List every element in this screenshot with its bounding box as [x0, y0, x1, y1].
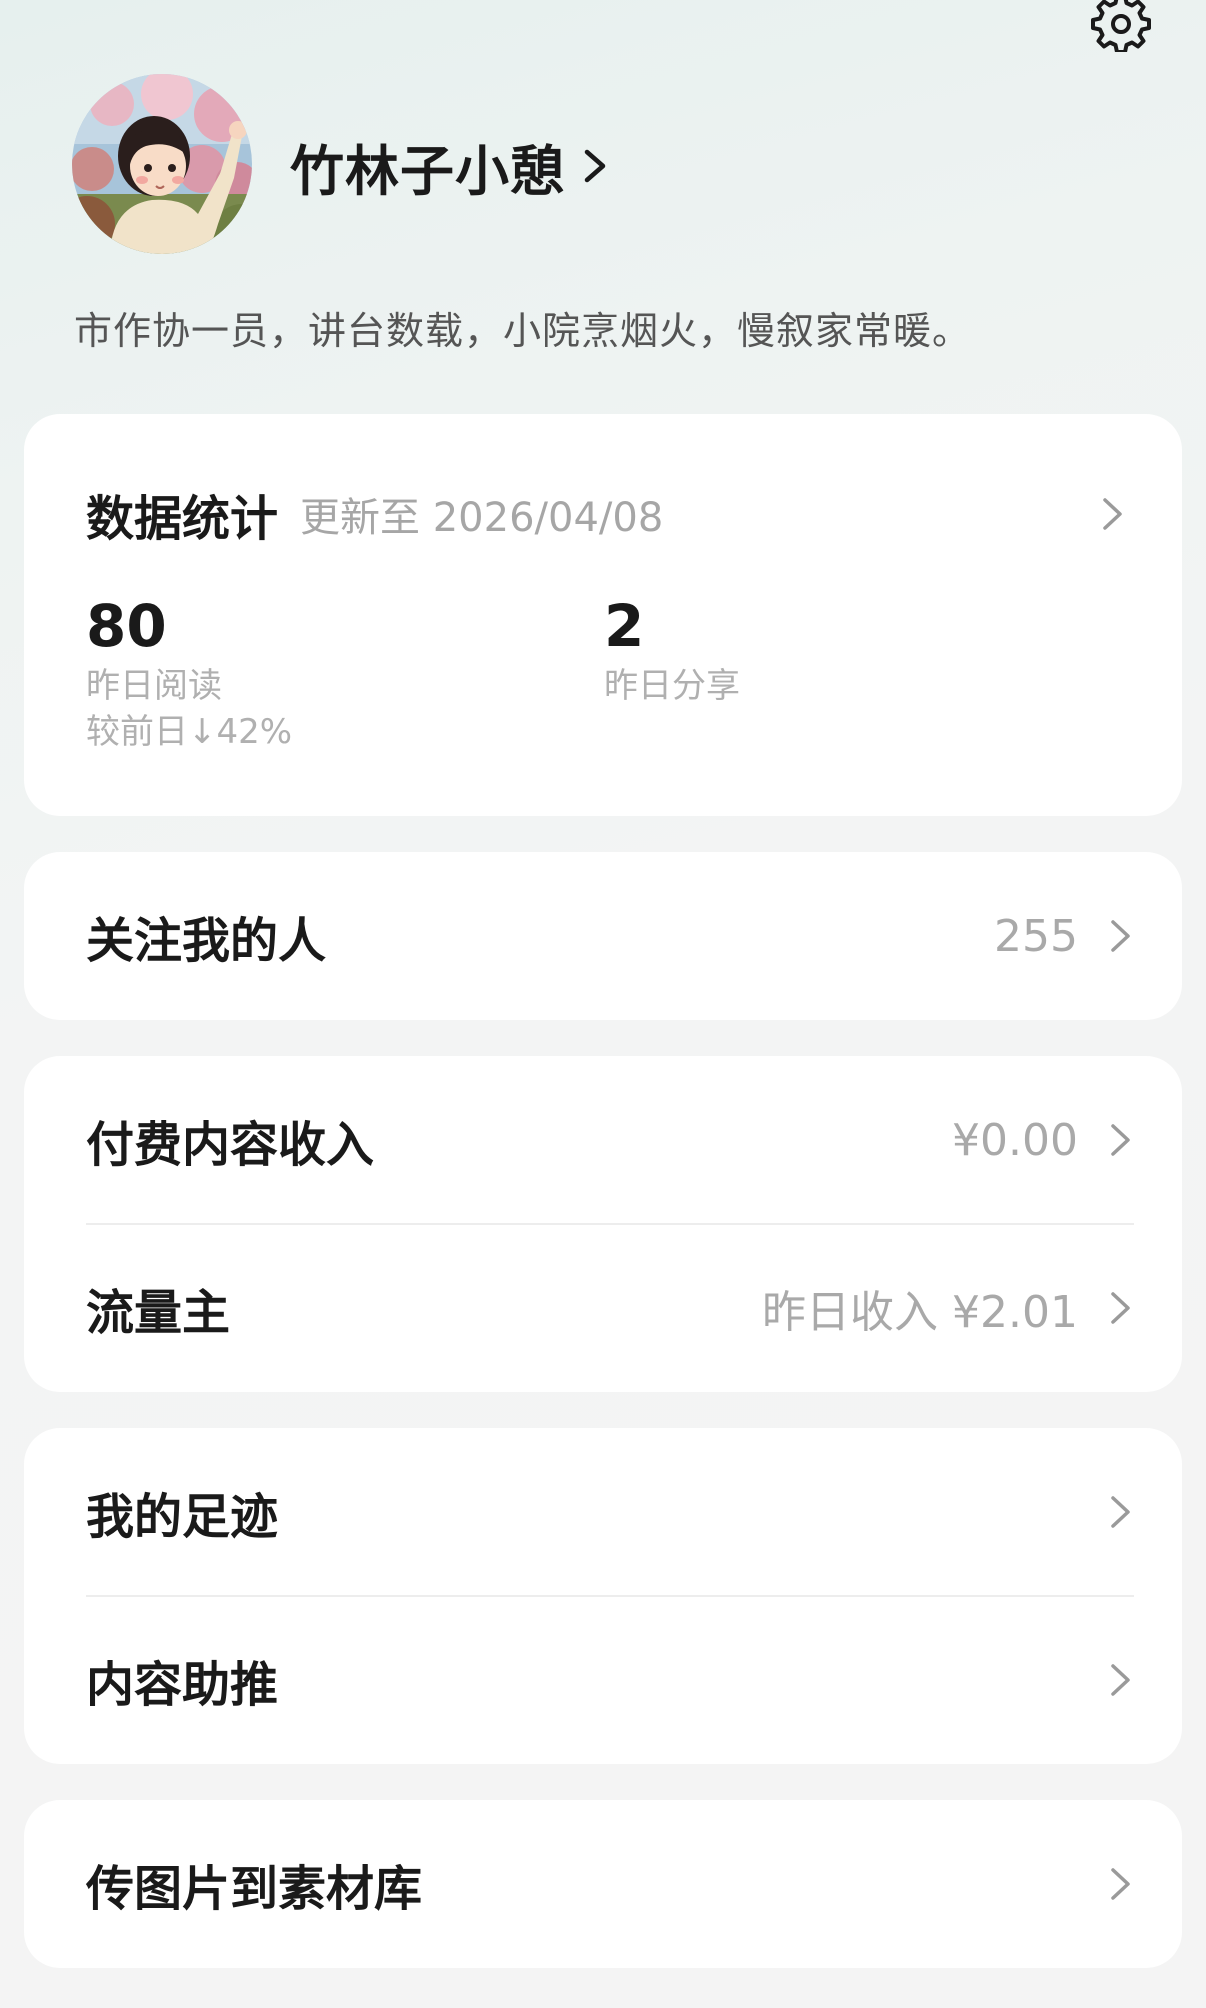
chevron-right-icon	[1111, 1664, 1130, 1696]
metric-value: 2	[604, 592, 645, 660]
content-promote-row[interactable]: 内容助推	[86, 1620, 1134, 1740]
content-promote-label: 内容助推	[86, 1657, 279, 1713]
income-card: 付费内容收入 ¥0.00 流量主 昨日收入 ¥2.01	[24, 1056, 1182, 1392]
divider	[86, 1595, 1134, 1597]
stats-title: 数据统计	[86, 491, 279, 547]
followers-count: 255	[994, 910, 1078, 962]
upload-card: 传图片到素材库	[24, 1800, 1182, 1968]
chevron-right-icon	[584, 149, 606, 183]
metric-value: 80	[86, 592, 167, 660]
paid-content-row[interactable]: 付费内容收入 ¥0.00	[86, 1080, 1134, 1200]
divider	[86, 1223, 1134, 1225]
upload-images-row[interactable]: 传图片到素材库	[86, 1824, 1134, 1944]
chevron-right-icon	[1111, 1496, 1130, 1528]
avatar[interactable]	[72, 74, 252, 254]
traffic-owner-label: 流量主	[86, 1285, 231, 1341]
footprint-row[interactable]: 我的足迹	[86, 1452, 1134, 1572]
chevron-right-icon	[1111, 1124, 1130, 1156]
chevron-right-icon	[1111, 1292, 1130, 1324]
metric-yesterday-shares[interactable]: 2 昨日分享	[604, 590, 740, 710]
followers-row[interactable]: 关注我的人 255	[86, 876, 1134, 996]
footprint-label: 我的足迹	[86, 1489, 279, 1545]
stats-header[interactable]: 数据统计 更新至 2026/04/08	[86, 472, 1126, 556]
chevron-right-icon	[1111, 1868, 1130, 1900]
followers-label: 关注我的人	[86, 913, 327, 969]
metric-label: 昨日阅读	[86, 666, 222, 706]
traffic-owner-value: 昨日收入 ¥2.01	[762, 1287, 1078, 1338]
profile-name: 竹林子小憩	[290, 139, 565, 203]
tools-card: 我的足迹 内容助推	[24, 1428, 1182, 1764]
chevron-right-icon	[1111, 920, 1130, 952]
stats-updated-date: 更新至 2026/04/08	[300, 495, 664, 541]
upload-images-label: 传图片到素材库	[86, 1861, 423, 1917]
followers-card: 关注我的人 255	[24, 852, 1182, 1020]
gear-icon[interactable]	[1090, 0, 1152, 52]
avatar-illustration	[72, 74, 252, 254]
paid-content-label: 付费内容收入	[86, 1117, 375, 1173]
profile-name-link[interactable]: 竹林子小憩	[290, 128, 609, 204]
traffic-owner-row[interactable]: 流量主 昨日收入 ¥2.01	[86, 1248, 1134, 1368]
metric-yesterday-reads[interactable]: 80 昨日阅读 较前日↓42%	[86, 590, 292, 754]
metric-compare: 较前日↓42%	[86, 712, 293, 752]
metric-label: 昨日分享	[604, 666, 740, 706]
paid-content-value: ¥0.00	[952, 1114, 1078, 1166]
chevron-right-icon	[1103, 498, 1122, 530]
stats-card: 数据统计 更新至 2026/04/08 80 昨日阅读 较前日↓42% 2 昨日…	[24, 414, 1182, 816]
profile-bio: 市作协一员，讲台数载，小院烹烟火，慢叙家常暖。	[74, 309, 972, 353]
